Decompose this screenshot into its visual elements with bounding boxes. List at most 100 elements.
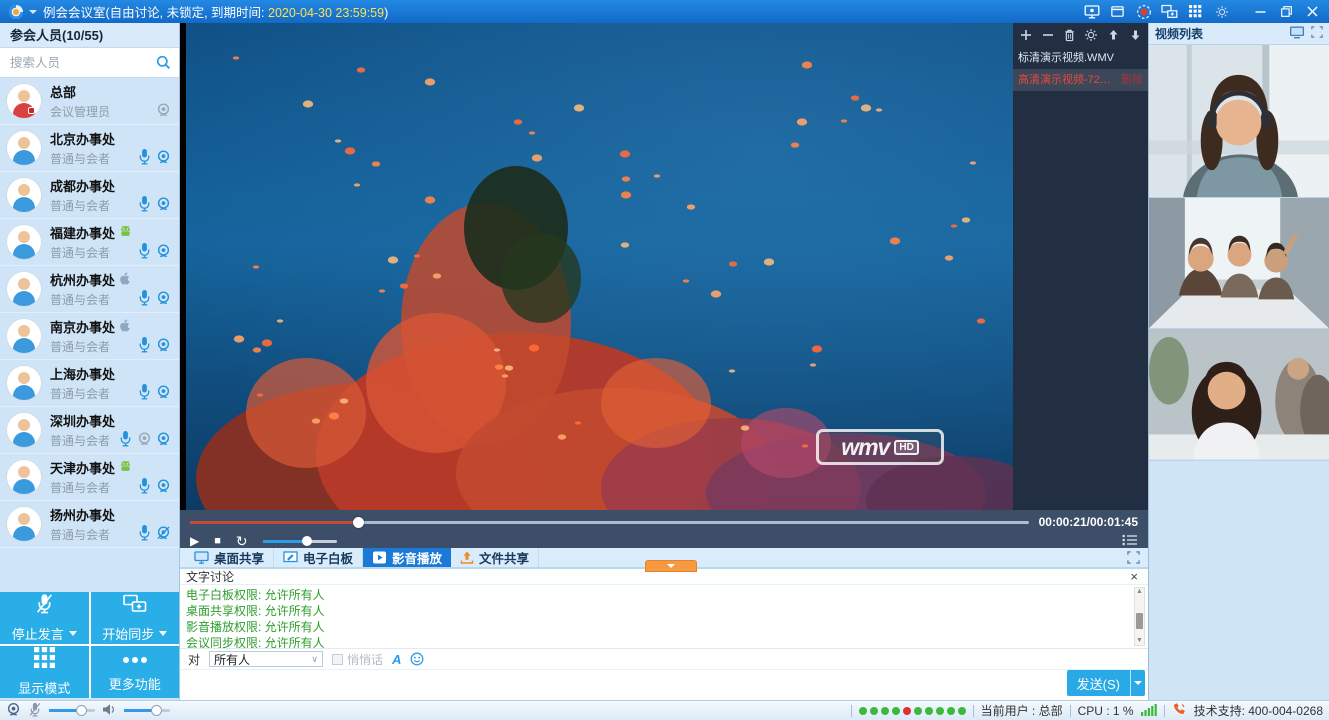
- playlist-item[interactable]: 高清演示视频-720P.wmv 删除: [1013, 69, 1148, 91]
- participant-row[interactable]: 天津办事处 普通与会者: [0, 454, 179, 501]
- display-mode-button[interactable]: 显示模式: [0, 646, 89, 698]
- participant-row[interactable]: 北京办事处 普通与会者: [0, 125, 179, 172]
- playlist-delete-link[interactable]: 删除: [1121, 69, 1143, 91]
- remote-video-2[interactable]: [1149, 198, 1329, 329]
- mic-icon[interactable]: [137, 242, 152, 259]
- stop-speaking-button[interactable]: 停止发言: [0, 592, 89, 644]
- mic-icon[interactable]: [137, 524, 152, 541]
- chat-close-icon[interactable]: ×: [1130, 570, 1138, 583]
- play-button[interactable]: ▶: [190, 535, 199, 547]
- wmv-hd-watermark: wmv HD: [816, 429, 944, 465]
- screen-share-icon[interactable]: [1083, 3, 1100, 20]
- video-display-icon[interactable]: [1289, 25, 1305, 42]
- participant-row[interactable]: 杭州办事处 普通与会者: [0, 266, 179, 313]
- restore-icon[interactable]: [1278, 3, 1295, 20]
- emoji-button[interactable]: [410, 652, 424, 666]
- volume-slider[interactable]: [263, 540, 337, 543]
- playlist-item[interactable]: 标清演示视频.WMV: [1013, 47, 1148, 69]
- settings-icon[interactable]: [1084, 27, 1098, 43]
- close-icon[interactable]: [1304, 3, 1321, 20]
- participant-row[interactable]: 扬州办事处 普通与会者: [0, 501, 179, 548]
- recipient-select[interactable]: 所有人 ∨: [209, 651, 323, 667]
- search-icon[interactable]: [156, 55, 171, 73]
- tab-media-play[interactable]: 影音播放: [363, 548, 451, 567]
- message-input[interactable]: 发送(S): [180, 670, 1148, 700]
- minimize-icon[interactable]: [1252, 3, 1269, 20]
- whisper-option[interactable]: 悄悄话: [332, 651, 383, 668]
- participant-row[interactable]: 福建办事处 普通与会者: [0, 219, 179, 266]
- participant-row[interactable]: 成都办事处 普通与会者: [0, 172, 179, 219]
- mic-icon[interactable]: [137, 195, 152, 212]
- mic-volume-slider[interactable]: [49, 709, 95, 712]
- mic-icon[interactable]: [118, 430, 133, 447]
- participant-device-icons: [137, 383, 171, 400]
- camera-icon[interactable]: [156, 195, 171, 212]
- chevron-down-icon[interactable]: [159, 631, 167, 636]
- tab-desktop-share[interactable]: 桌面共享: [185, 548, 274, 567]
- camera-slash-icon[interactable]: [156, 524, 171, 541]
- app-logo-icon[interactable]: [8, 4, 24, 20]
- font-button[interactable]: A: [392, 652, 401, 667]
- mic-icon[interactable]: [137, 336, 152, 353]
- remote-video-3[interactable]: [1149, 329, 1329, 460]
- whisper-checkbox[interactable]: [332, 654, 343, 665]
- chat-collapse-handle[interactable]: [645, 560, 697, 572]
- scroll-down-icon[interactable]: ▼: [1136, 637, 1143, 645]
- mic-muted-icon[interactable]: [28, 702, 42, 720]
- webcam-status-icon[interactable]: [6, 702, 21, 720]
- remove-icon[interactable]: [1041, 27, 1055, 43]
- chat-scrollbar[interactable]: ▲ ▼: [1134, 587, 1145, 646]
- speaker-icon[interactable]: [102, 703, 117, 719]
- chevron-down-icon[interactable]: [69, 631, 77, 636]
- progress-knob[interactable]: [353, 517, 364, 528]
- window-icon[interactable]: [1109, 3, 1126, 20]
- tab-file-share[interactable]: 文件共享: [451, 548, 539, 567]
- more-functions-button[interactable]: 更多功能: [91, 646, 180, 698]
- start-sync-button[interactable]: 开始同步: [91, 592, 180, 644]
- network-screens-icon[interactable]: [1161, 3, 1178, 20]
- speaker-volume-slider[interactable]: [124, 709, 170, 712]
- participant-row[interactable]: 上海办事处 普通与会者: [0, 360, 179, 407]
- participant-row[interactable]: 总部 会议管理员: [0, 78, 179, 125]
- mic-icon[interactable]: [137, 148, 152, 165]
- delete-icon[interactable]: [1063, 27, 1077, 43]
- participant-row[interactable]: 深圳办事处 普通与会者: [0, 407, 179, 454]
- chat-expand-icon[interactable]: [1127, 548, 1140, 567]
- loop-button[interactable]: ↻: [236, 534, 248, 548]
- stop-button[interactable]: ■: [214, 536, 221, 547]
- camera-icon[interactable]: [156, 242, 171, 259]
- send-options-caret[interactable]: [1130, 670, 1145, 696]
- mic-icon[interactable]: [137, 477, 152, 494]
- cpu-label: CPU : 1 %: [1078, 704, 1134, 718]
- tab-whiteboard[interactable]: 电子白板: [274, 548, 363, 567]
- move-up-icon[interactable]: [1106, 27, 1120, 43]
- participant-name: 总部: [50, 82, 110, 101]
- playlist-toggle-icon[interactable]: [1122, 534, 1138, 549]
- playing-video[interactable]: wmv HD: [186, 23, 1013, 510]
- send-button[interactable]: 发送(S): [1067, 670, 1130, 696]
- camera-gray-icon[interactable]: [137, 430, 152, 447]
- camera-gray-icon[interactable]: [156, 102, 171, 118]
- camera-icon[interactable]: [156, 430, 171, 447]
- remote-video-1[interactable]: [1149, 45, 1329, 198]
- settings-icon[interactable]: [1213, 3, 1230, 20]
- grid-icon[interactable]: [1187, 3, 1204, 20]
- search-input[interactable]: [0, 48, 179, 77]
- participant-row[interactable]: 南京办事处 普通与会者: [0, 313, 179, 360]
- scroll-thumb[interactable]: [1136, 613, 1143, 629]
- mic-icon[interactable]: [137, 289, 152, 306]
- camera-icon[interactable]: [156, 383, 171, 400]
- move-down-icon[interactable]: [1128, 27, 1142, 43]
- record-icon[interactable]: [1135, 3, 1152, 20]
- menu-caret-icon[interactable]: [29, 10, 37, 14]
- scroll-up-icon[interactable]: ▲: [1136, 588, 1143, 596]
- camera-icon[interactable]: [156, 289, 171, 306]
- panel-expand-icon[interactable]: [1311, 26, 1323, 41]
- camera-icon[interactable]: [156, 336, 171, 353]
- add-icon[interactable]: [1019, 27, 1033, 43]
- seek-bar[interactable]: [190, 521, 1029, 524]
- mic-icon[interactable]: [137, 383, 152, 400]
- camera-icon[interactable]: [156, 477, 171, 494]
- camera-icon[interactable]: [156, 148, 171, 165]
- volume-knob[interactable]: [302, 536, 312, 546]
